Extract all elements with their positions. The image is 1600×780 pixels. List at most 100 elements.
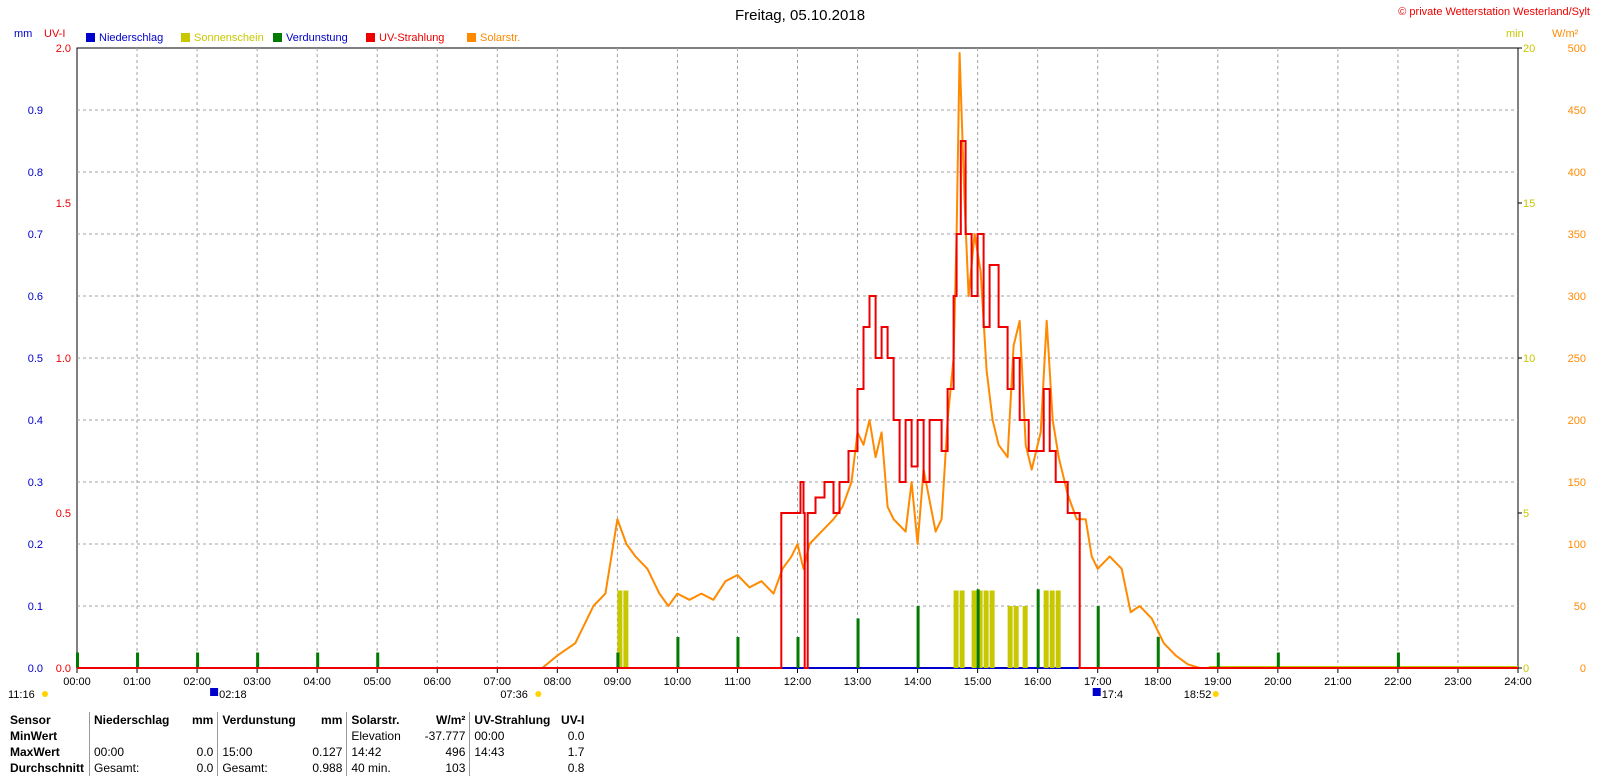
min-tick-label: 10 xyxy=(1523,353,1535,365)
wm2-tick-label: 50 xyxy=(1574,601,1586,613)
max-verd-time: 15:00 xyxy=(217,744,309,760)
mm-tick-label: 0.9 xyxy=(28,105,43,117)
wm2-tick-label: 100 xyxy=(1568,539,1586,551)
mm-tick-label: 0.5 xyxy=(28,353,43,365)
mm-tick-label: 0.6 xyxy=(28,291,43,303)
stats-row-maxwert: MaxWert 00:00 0.0 15:00 0.127 14:42 496 … xyxy=(6,744,588,760)
astro-markers: 11:16 02:18 07:36 17:4 18:52 xyxy=(8,688,1219,701)
bar-verdunstung xyxy=(916,606,920,668)
x-tick-label: 23:00 xyxy=(1444,676,1472,688)
sunset-icon xyxy=(1212,691,1219,697)
min-solar-desc: Elevation xyxy=(346,728,414,744)
bar-verdunstung xyxy=(856,618,860,668)
stats-row-durchschnitt: Durchschnitt Gesamt: 0.0 Gesamt: 0.988 4… xyxy=(6,760,588,776)
avg-verd-val: 0.988 xyxy=(312,761,343,775)
weather-chart: Freitag, 05.10.2018 © private Wetterstat… xyxy=(8,6,1590,701)
bar-verdunstung xyxy=(616,652,620,668)
uv-tick-label: 1.0 xyxy=(56,353,71,365)
legend-swatch-solar xyxy=(467,33,476,42)
header-sensor: Sensor xyxy=(10,713,51,727)
bar-verdunstung xyxy=(1036,589,1040,668)
wm2-tick-label: 450 xyxy=(1568,105,1586,117)
bar-verdunstung xyxy=(1276,652,1280,668)
header-uv-unit: UV-I xyxy=(561,713,585,727)
bar-verdunstung xyxy=(1396,652,1400,668)
sunrise-icon xyxy=(535,691,542,697)
x-tick-label: 24:00 xyxy=(1504,676,1532,688)
x-tick-label: 12:00 xyxy=(784,676,812,688)
avg-verd-desc: Gesamt: xyxy=(217,760,309,776)
min-uv-time: 00:00 xyxy=(469,728,555,744)
x-tick-label: 08:00 xyxy=(544,676,572,688)
max-uv-val: 1.7 xyxy=(567,745,585,759)
legend-label-niederschlag: Niederschlag xyxy=(99,32,163,44)
wm2-tick-label: 150 xyxy=(1568,477,1586,489)
legend-swatch-sonnenschein xyxy=(181,33,190,42)
wm2-tick-label: 200 xyxy=(1568,415,1586,427)
wm2-tick-label: 0 xyxy=(1580,663,1586,675)
header-solar: Solarstr. xyxy=(346,712,414,728)
min-solar-val: -37.777 xyxy=(424,729,466,743)
x-tick-label: 01:00 xyxy=(123,676,151,688)
x-tick-label: 14:00 xyxy=(904,676,932,688)
x-tick-label: 04:00 xyxy=(303,676,331,688)
row-label-minwert: MinWert xyxy=(10,729,58,743)
x-tick-label: 21:00 xyxy=(1324,676,1352,688)
x-tick-label: 03:00 xyxy=(243,676,271,688)
bar-sonnenschein xyxy=(959,590,965,668)
bar-verdunstung xyxy=(1096,606,1100,668)
avg-nied-desc: Gesamt: xyxy=(89,760,188,776)
sun-icon xyxy=(42,691,48,697)
bar-sonnenschein xyxy=(1055,590,1061,668)
max-nied-time: 00:00 xyxy=(89,744,188,760)
x-tick-label: 06:00 xyxy=(423,676,451,688)
legend-swatch-verdunstung xyxy=(273,33,282,42)
mm-tick-label: 0.7 xyxy=(28,229,43,241)
x-tick-label: 00:00 xyxy=(63,676,91,688)
stats-header-row: Sensor Niederschlag mm Verdunstung mm So… xyxy=(6,712,588,728)
uv-tick-label: 0.5 xyxy=(56,508,71,520)
x-tick-label: 02:00 xyxy=(183,676,211,688)
legend-label-solar: Solarstr. xyxy=(480,32,520,44)
avg-uv-val: 0.8 xyxy=(567,761,585,775)
min-tick-label: 20 xyxy=(1523,43,1535,55)
x-tick-label: 09:00 xyxy=(604,676,632,688)
min-tick-label: 15 xyxy=(1523,198,1535,210)
header-verdunstung: Verdunstung xyxy=(217,712,309,728)
legend: Niederschlag Sonnenschein Verdunstung UV… xyxy=(86,32,520,44)
uv-tick-label: 2.0 xyxy=(56,43,71,55)
wm2-tick-label: 250 xyxy=(1568,353,1586,365)
header-verdunstung-unit: mm xyxy=(321,713,343,727)
bar-sonnenschein xyxy=(989,590,995,668)
bar-verdunstung xyxy=(136,652,140,668)
mm-tick-label: 0.0 xyxy=(28,663,43,675)
x-tick-label: 15:00 xyxy=(964,676,992,688)
legend-label-verdunstung: Verdunstung xyxy=(286,32,348,44)
bar-verdunstung xyxy=(1216,652,1220,668)
x-tick-label: 17:00 xyxy=(1084,676,1112,688)
wm2-tick-label: 350 xyxy=(1568,229,1586,241)
header-niederschlag-unit: mm xyxy=(192,713,214,727)
max-solar-val: 496 xyxy=(445,745,466,759)
bar-verdunstung xyxy=(676,637,680,668)
legend-swatch-niederschlag xyxy=(86,33,95,42)
x-tick-label: 16:00 xyxy=(1024,676,1052,688)
marker-sunrise: 07:36 xyxy=(500,689,528,701)
min-tick-label: 5 xyxy=(1523,508,1529,520)
wm2-tick-label: 500 xyxy=(1568,43,1586,55)
x-tick-label: 22:00 xyxy=(1384,676,1412,688)
avg-solar-val: 103 xyxy=(445,761,466,775)
legend-label-sonnenschein: Sonnenschein xyxy=(194,32,264,44)
stats-row-minwert: MinWert Elevation -37.777 00:00 0.0 xyxy=(6,728,588,744)
copyright-text: © private Wetterstation Westerland/Sylt xyxy=(1398,6,1590,18)
marker-moonset: 17:4 xyxy=(1102,689,1123,701)
bar-sonnenschein xyxy=(971,590,977,668)
axis-label-min: min xyxy=(1506,28,1524,40)
max-verd-val: 0.127 xyxy=(312,745,343,759)
axis-label-mm: mm xyxy=(14,28,32,40)
bar-sonnenschein xyxy=(953,590,959,668)
grid-lines xyxy=(77,48,1518,668)
bar-sonnenschein xyxy=(1022,606,1028,668)
x-tick-label: 19:00 xyxy=(1204,676,1232,688)
max-uv-time: 14:43 xyxy=(469,744,555,760)
